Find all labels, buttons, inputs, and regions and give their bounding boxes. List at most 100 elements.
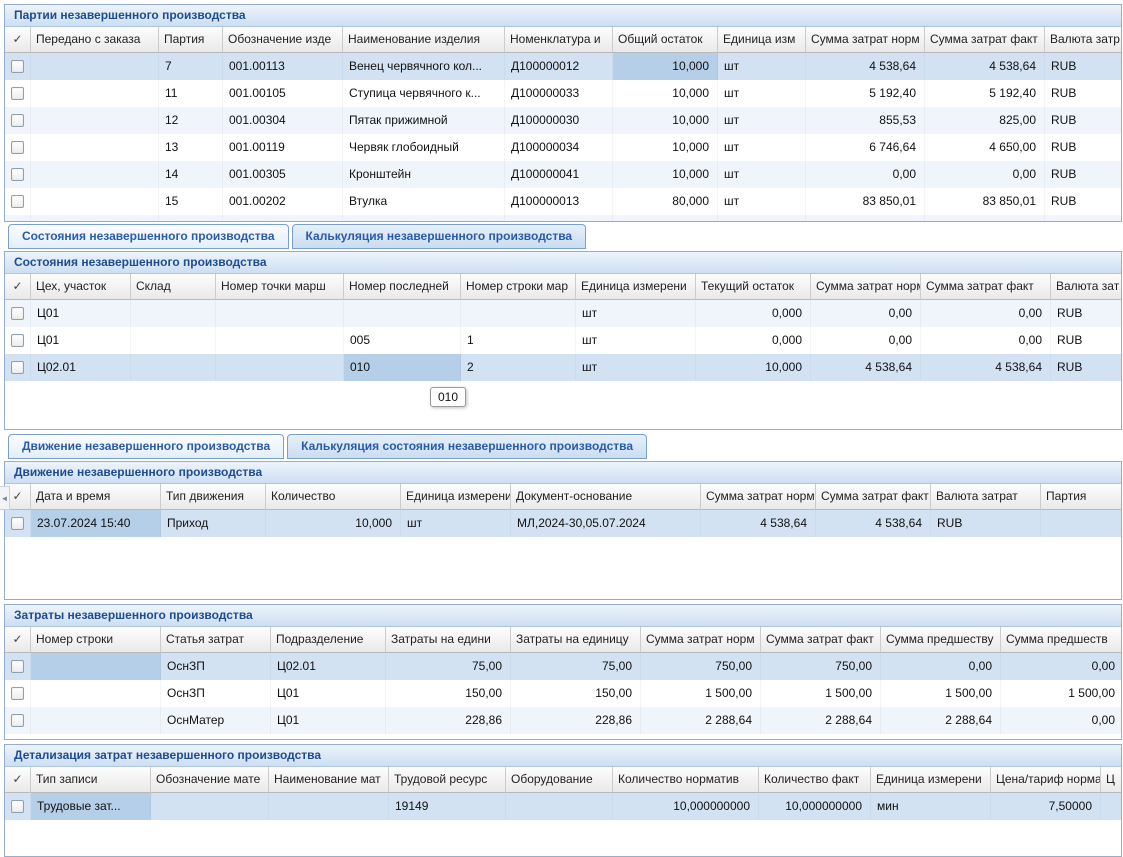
row-checkbox[interactable] — [11, 60, 24, 73]
select-all-header[interactable]: ✓ — [5, 274, 31, 300]
wip-production-screen: Партии незавершенного производства✓Перед… — [0, 0, 1123, 857]
table-row[interactable]: 15001.00202ВтулкаД10000001380,000шт83 85… — [5, 188, 1121, 215]
table-row[interactable]: Ц02.010102шт10,0004 538,644 538,64RUB — [5, 354, 1121, 381]
column-header[interactable]: Статья затрат — [161, 627, 271, 653]
cell — [506, 793, 613, 820]
checkbox-cell — [5, 354, 31, 381]
row-checkbox[interactable] — [11, 334, 24, 347]
cell: Д100000018 — [505, 215, 613, 222]
table-row[interactable]: Ц01шт0,0000,000,00RUB — [5, 300, 1121, 327]
row-checkbox[interactable] — [11, 517, 24, 530]
table-row[interactable]: ОснМатерЦ01228,86228,862 288,642 288,642… — [5, 707, 1121, 734]
cell: 4 538,64 — [806, 53, 925, 80]
column-header[interactable]: Передано с заказа — [31, 27, 159, 53]
column-header[interactable]: Подразделение — [271, 627, 386, 653]
select-all-header[interactable]: ✓ — [5, 627, 31, 653]
column-header[interactable]: Дата и время — [31, 484, 161, 510]
column-header[interactable]: Количество факт — [759, 767, 871, 793]
column-header[interactable]: Цена/тариф норма — [991, 767, 1101, 793]
column-header[interactable]: Наименование мат — [269, 767, 389, 793]
checkbox-cell — [5, 107, 31, 134]
column-header[interactable]: Сумма предшеству — [881, 627, 1001, 653]
table-row[interactable]: 11001.00105Ступица червячного к...Д10000… — [5, 80, 1121, 107]
table-row[interactable]: 13001.00119Червяк глобоидныйД10000003410… — [5, 134, 1121, 161]
checkbox-cell — [5, 80, 31, 107]
column-header[interactable]: Оборудование — [506, 767, 613, 793]
column-header[interactable]: Текущий остаток — [696, 274, 811, 300]
column-header[interactable]: Номер точки марш — [216, 274, 344, 300]
column-header[interactable]: Валюта затрат — [931, 484, 1041, 510]
column-header[interactable]: Партия — [1041, 484, 1122, 510]
column-header[interactable]: Документ-основание — [511, 484, 701, 510]
column-header[interactable]: Затраты на единицу — [511, 627, 641, 653]
row-checkbox[interactable] — [11, 800, 24, 813]
column-header[interactable]: Склад — [131, 274, 216, 300]
column-header[interactable]: Сумма затрат норм — [811, 274, 921, 300]
column-header[interactable]: Цех, участок — [31, 274, 131, 300]
column-header[interactable]: Наименование изделия — [343, 27, 505, 53]
column-header[interactable]: Сумма предшеств — [1001, 627, 1122, 653]
column-header[interactable]: Тип движения — [161, 484, 266, 510]
column-header[interactable]: Номер строки мар — [461, 274, 576, 300]
column-header[interactable]: Номер строки — [31, 627, 161, 653]
column-header[interactable]: Единица измерени — [401, 484, 511, 510]
select-all-header[interactable]: ✓ — [5, 27, 31, 53]
column-header[interactable]: Обозначение изде — [223, 27, 343, 53]
column-header[interactable]: Трудовой ресурс — [389, 767, 506, 793]
column-header[interactable]: Ц — [1101, 767, 1122, 793]
cell: Червяк глобоидный — [343, 134, 505, 161]
column-header[interactable]: Сумма затрат факт — [925, 27, 1045, 53]
column-header[interactable]: Валюта зат — [1051, 274, 1122, 300]
tab-0-active[interactable]: Состояния незавершенного производства — [8, 224, 289, 249]
table-row[interactable]: 23.07.2024 15:40Приход10,000штМЛ,2024-30… — [5, 510, 1121, 537]
table-row[interactable]: 21001.00401Крепление фланцевоеД100000018… — [5, 215, 1121, 222]
column-header[interactable]: Номенклатура и — [505, 27, 613, 53]
panel-title: Затраты незавершенного производства — [5, 605, 1121, 627]
column-header[interactable]: Партия — [159, 27, 223, 53]
column-header[interactable]: Сумма затрат факт — [816, 484, 931, 510]
column-header[interactable]: Количество — [266, 484, 401, 510]
cell: Д100000012 — [505, 53, 613, 80]
row-checkbox[interactable] — [11, 714, 24, 727]
column-header[interactable]: Общий остаток — [613, 27, 718, 53]
table-row[interactable]: 12001.00304Пятак прижимнойД10000003010,0… — [5, 107, 1121, 134]
tab-0-active[interactable]: Движение незавершенного производства — [8, 434, 284, 459]
table-row[interactable]: ОснЗПЦ01150,00150,001 500,001 500,001 50… — [5, 680, 1121, 707]
tab-1[interactable]: Калькуляция состояния незавершенного про… — [287, 434, 647, 459]
column-header[interactable]: Сумма затрат факт — [921, 274, 1051, 300]
cell: 0,00 — [811, 327, 921, 354]
table-row[interactable]: 7001.00113Венец червячного кол...Д100000… — [5, 53, 1121, 80]
row-checkbox[interactable] — [11, 361, 24, 374]
column-header[interactable]: Тип записи — [31, 767, 151, 793]
table-row[interactable]: Трудовые зат...1914910,00000000010,00000… — [5, 793, 1121, 820]
row-checkbox[interactable] — [11, 195, 24, 208]
cell: RUB — [1051, 300, 1122, 327]
column-header[interactable]: Сумма затрат норм — [806, 27, 925, 53]
cell — [344, 300, 461, 327]
column-header[interactable]: Номер последней — [344, 274, 461, 300]
column-header[interactable]: Сумма затрат норм — [641, 627, 761, 653]
column-header[interactable]: Затраты на едини — [386, 627, 511, 653]
row-checkbox[interactable] — [11, 141, 24, 154]
column-header[interactable]: Единица измерени — [871, 767, 991, 793]
tab-1[interactable]: Калькуляция незавершенного производства — [292, 224, 587, 249]
column-header[interactable]: Сумма затрат норм — [701, 484, 816, 510]
row-checkbox[interactable] — [11, 687, 24, 700]
row-checkbox[interactable] — [11, 114, 24, 127]
column-header[interactable]: Единица изм — [718, 27, 806, 53]
column-header[interactable]: Единица измерени — [576, 274, 696, 300]
table-row[interactable]: ОснЗПЦ02.0175,0075,00750,00750,000,000,0… — [5, 653, 1121, 680]
row-checkbox[interactable] — [11, 87, 24, 100]
column-header[interactable]: Обозначение мате — [151, 767, 269, 793]
row-checkbox[interactable] — [11, 307, 24, 320]
column-header[interactable]: Валюта затр — [1045, 27, 1122, 53]
row-checkbox[interactable] — [11, 168, 24, 181]
splitter-collapse-button[interactable]: ◄ — [0, 486, 10, 510]
table-row[interactable]: 14001.00305КронштейнД10000004110,000шт0,… — [5, 161, 1121, 188]
row-checkbox[interactable] — [11, 660, 24, 673]
table-row[interactable]: Ц010051шт0,0000,000,00RUB — [5, 327, 1121, 354]
column-header[interactable]: Сумма затрат факт — [761, 627, 881, 653]
cell: RUB — [1051, 327, 1122, 354]
select-all-header[interactable]: ✓ — [5, 767, 31, 793]
column-header[interactable]: Количество норматив — [613, 767, 759, 793]
